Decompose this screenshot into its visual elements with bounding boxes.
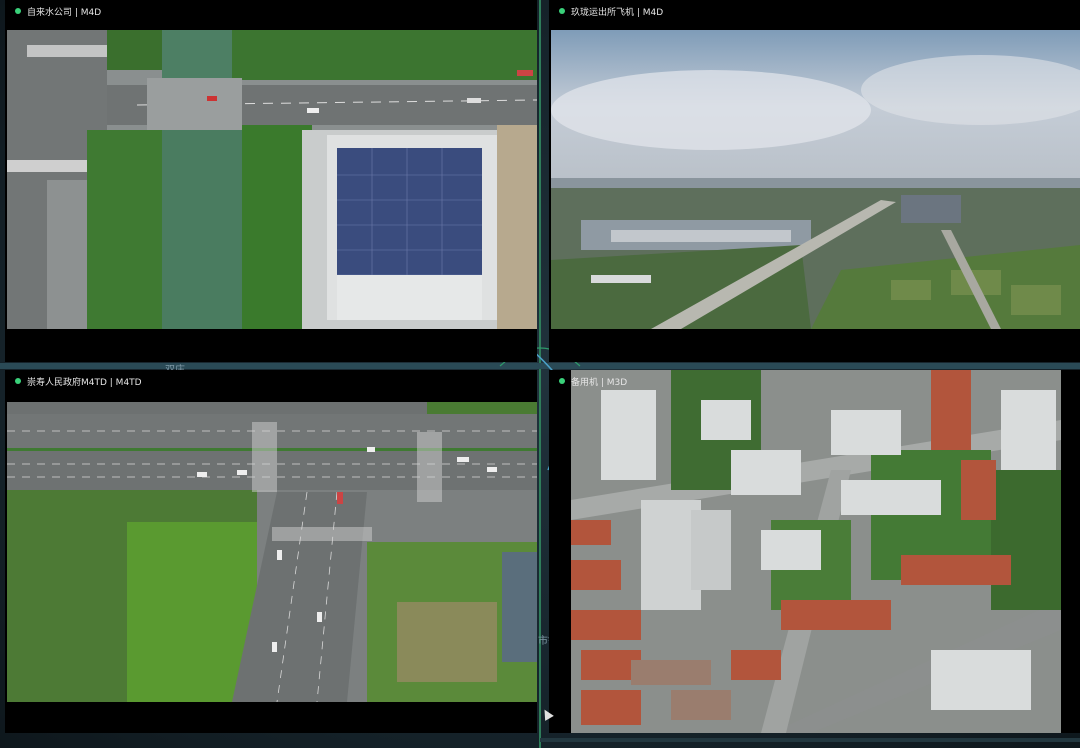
panel-header: 玖珑运出所飞机 | M4D xyxy=(549,0,1080,22)
status-dot-icon xyxy=(559,378,565,384)
video-panel-1[interactable]: 自来水公司 | M4D xyxy=(5,0,537,362)
video-panel-3[interactable]: 崇寿人民政府M4TD | M4TD xyxy=(5,370,537,733)
panel-title: 自来水公司 | M4D xyxy=(27,7,102,18)
aerial-view-residential xyxy=(571,370,1061,733)
drone-video-feed[interactable] xyxy=(551,30,1080,329)
status-dot-icon xyxy=(559,8,565,14)
video-panel-2[interactable]: 玖珑运出所飞机 | M4D xyxy=(549,0,1080,362)
status-dot-icon xyxy=(15,8,21,14)
panel-header: 自来水公司 | M4D xyxy=(5,0,537,22)
panel-header: 崇寿人民政府M4TD | M4TD xyxy=(5,370,537,392)
panel-title: 玖珑运出所飞机 | M4D xyxy=(571,7,664,18)
aerial-view-water-plant xyxy=(7,30,537,329)
aerial-view-cityscape xyxy=(551,30,1080,329)
aerial-view-intersection xyxy=(7,402,537,702)
drone-video-feed[interactable] xyxy=(7,402,537,702)
panel-header: 备用机 | M3D xyxy=(549,370,1080,392)
drone-video-feed[interactable] xyxy=(7,30,537,329)
panel-title: 崇寿人民政府M4TD | M4TD xyxy=(27,377,142,388)
drone-video-feed[interactable] xyxy=(571,370,1061,733)
video-panel-4[interactable]: 备用机 | M3D xyxy=(549,370,1080,733)
panel-title: 备用机 | M3D xyxy=(571,377,628,388)
status-dot-icon xyxy=(15,378,21,384)
